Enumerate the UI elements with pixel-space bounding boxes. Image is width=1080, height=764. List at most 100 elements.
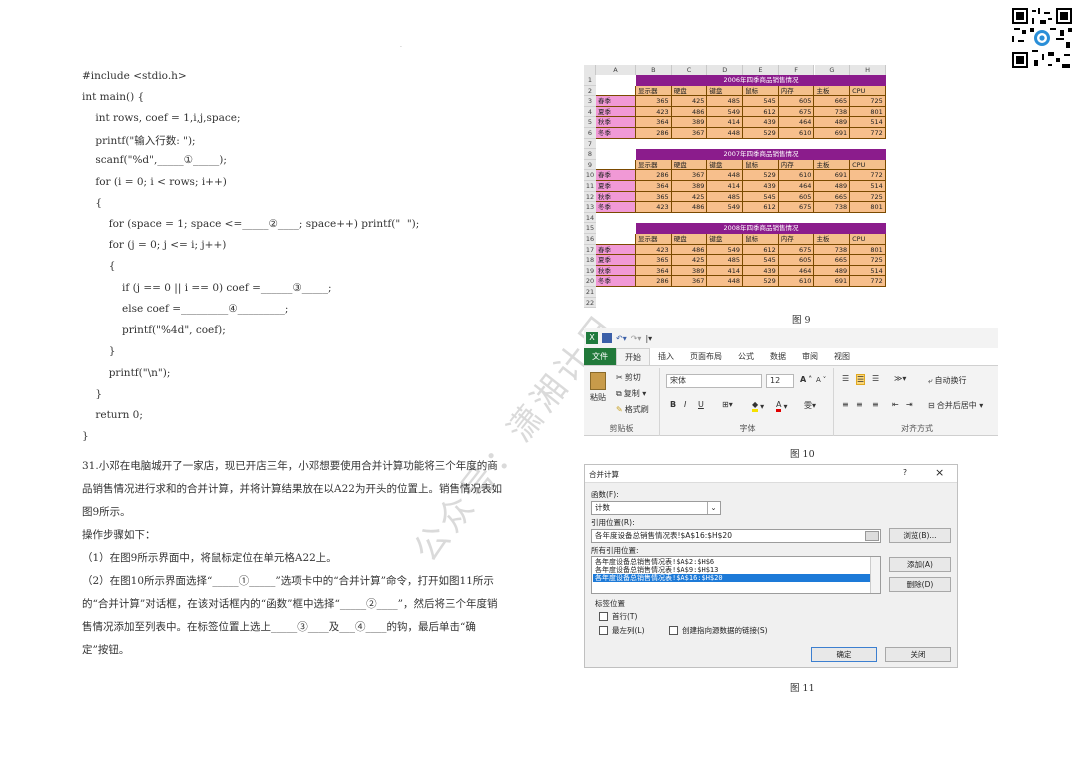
value-cell[interactable]: 485 <box>707 191 744 203</box>
value-cell[interactable]: 612 <box>743 244 779 256</box>
header-cell[interactable]: 键盘 <box>707 85 744 97</box>
season-cell[interactable]: 秋季 <box>596 265 636 277</box>
season-cell[interactable]: 秋季 <box>596 117 636 128</box>
value-cell[interactable]: 545 <box>743 255 779 266</box>
value-cell[interactable]: 486 <box>671 202 708 213</box>
redo-icon[interactable]: ↷▾ <box>631 334 642 343</box>
season-cell[interactable]: 冬季 <box>596 276 636 287</box>
value-cell[interactable]: 605 <box>778 255 815 266</box>
value-cell[interactable]: 439 <box>743 117 779 128</box>
value-cell[interactable]: 489 <box>814 265 851 277</box>
header-cell[interactable]: 硬盘 <box>671 85 708 97</box>
row-header[interactable]: 11 <box>584 181 596 192</box>
value-cell[interactable]: 514 <box>850 180 886 192</box>
align-bottom-button[interactable]: ☰ <box>872 374 879 383</box>
value-cell[interactable]: 389 <box>671 180 708 192</box>
link-source-checkbox[interactable]: 创建指向源数据的链接(S) <box>669 625 768 636</box>
value-cell[interactable]: 365 <box>636 96 672 107</box>
header-cell[interactable]: 硬盘 <box>671 159 708 171</box>
underline-button[interactable]: U <box>698 400 704 409</box>
column-header[interactable]: H <box>850 65 886 75</box>
add-button[interactable]: 添加(A) <box>889 557 951 572</box>
value-cell[interactable]: 448 <box>707 127 744 139</box>
help-icon[interactable]: ? <box>903 468 907 477</box>
value-cell[interactable]: 425 <box>671 96 708 107</box>
header-cell[interactable]: 主板 <box>814 85 851 97</box>
value-cell[interactable]: 514 <box>850 117 886 128</box>
header-cell[interactable]: 内存 <box>778 233 815 245</box>
value-cell[interactable]: 665 <box>814 255 851 266</box>
value-cell[interactable]: 605 <box>778 96 815 107</box>
season-cell[interactable]: 春季 <box>596 170 636 181</box>
value-cell[interactable]: 725 <box>850 191 886 203</box>
value-cell[interactable]: 725 <box>850 255 886 266</box>
tab-data[interactable]: 数据 <box>762 348 794 365</box>
value-cell[interactable]: 389 <box>671 117 708 128</box>
value-cell[interactable]: 367 <box>671 170 708 181</box>
value-cell[interactable]: 414 <box>707 117 744 128</box>
row-header[interactable]: 20 <box>584 276 596 287</box>
grow-font-button[interactable]: A ˄ <box>800 375 812 384</box>
font-size-select[interactable]: 12 <box>766 374 794 388</box>
header-cell[interactable]: 显示器 <box>636 159 672 171</box>
phonetic-button[interactable]: 雯▾ <box>804 400 816 411</box>
value-cell[interactable]: 801 <box>850 106 886 118</box>
ref-input[interactable]: 各年度设备总销售情况表!$A$16:$H$20 <box>591 529 881 543</box>
value-cell[interactable]: 610 <box>778 127 815 139</box>
undo-icon[interactable]: ↶▾ <box>616 334 627 343</box>
value-cell[interactable]: 610 <box>778 276 815 287</box>
column-header[interactable]: E <box>743 65 779 75</box>
tab-formulas[interactable]: 公式 <box>730 348 762 365</box>
value-cell[interactable]: 549 <box>707 202 744 213</box>
orientation-button[interactable]: ≫▾ <box>894 374 906 383</box>
header-cell[interactable]: CPU <box>850 85 886 97</box>
tab-page-layout[interactable]: 页面布局 <box>682 348 730 365</box>
value-cell[interactable]: 439 <box>743 265 779 277</box>
header-cell[interactable]: CPU <box>850 233 886 245</box>
value-cell[interactable]: 610 <box>778 170 815 181</box>
value-cell[interactable]: 423 <box>636 244 672 256</box>
decrease-indent-button[interactable]: ⇤ <box>892 400 899 409</box>
season-cell[interactable]: 夏季 <box>596 106 636 118</box>
header-cell[interactable]: 内存 <box>778 85 815 97</box>
column-header[interactable]: C <box>671 65 708 75</box>
copy-button[interactable]: ⧉ 复制 ▾ <box>616 388 646 399</box>
italic-button[interactable]: I <box>684 400 686 409</box>
collapse-dialog-icon[interactable] <box>865 531 879 541</box>
tab-file[interactable]: 文件 <box>584 348 616 365</box>
header-cell[interactable]: 硬盘 <box>671 233 708 245</box>
value-cell[interactable]: 448 <box>707 170 744 181</box>
value-cell[interactable]: 772 <box>850 127 886 139</box>
value-cell[interactable]: 605 <box>778 191 815 203</box>
merge-center-button[interactable]: ⊟ 合并后居中 ▾ <box>928 400 983 411</box>
value-cell[interactable]: 414 <box>707 265 744 277</box>
cut-button[interactable]: ✂ 剪切 <box>616 372 641 383</box>
value-cell[interactable]: 529 <box>743 127 779 139</box>
value-cell[interactable]: 675 <box>778 244 815 256</box>
function-select[interactable]: 计数 ⌄ <box>591 501 721 515</box>
font-name-select[interactable]: 宋体 <box>666 374 762 388</box>
ok-button[interactable]: 确定 <box>811 647 877 662</box>
blank-cell[interactable] <box>596 233 636 245</box>
value-cell[interactable]: 423 <box>636 106 672 118</box>
tab-view[interactable]: 视图 <box>826 348 858 365</box>
value-cell[interactable]: 665 <box>814 96 851 107</box>
value-cell[interactable]: 448 <box>707 276 744 287</box>
row-header[interactable]: 2 <box>584 85 596 97</box>
row-header[interactable]: 3 <box>584 96 596 107</box>
row-header[interactable]: 9 <box>584 159 596 171</box>
header-cell[interactable]: 键盘 <box>707 233 744 245</box>
font-color-button[interactable]: A ▾ <box>776 400 788 412</box>
season-cell[interactable]: 冬季 <box>596 202 636 213</box>
value-cell[interactable]: 425 <box>671 191 708 203</box>
blank-cell[interactable] <box>596 85 636 97</box>
value-cell[interactable]: 801 <box>850 244 886 256</box>
value-cell[interactable]: 801 <box>850 202 886 213</box>
value-cell[interactable]: 365 <box>636 255 672 266</box>
value-cell[interactable]: 414 <box>707 180 744 192</box>
value-cell[interactable]: 738 <box>814 244 851 256</box>
list-item[interactable]: 各年度设备总销售情况表!$A$2:$H$6 <box>593 558 879 566</box>
header-cell[interactable]: 鼠标 <box>743 85 779 97</box>
column-header[interactable]: A <box>596 65 636 75</box>
list-item[interactable]: 各年度设备总销售情况表!$A$16:$H$20 <box>593 574 879 582</box>
